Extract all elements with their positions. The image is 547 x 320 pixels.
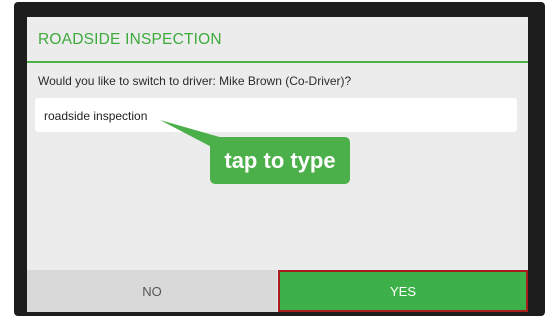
dialog-footer: NO YES [27, 270, 528, 312]
no-button[interactable]: NO [27, 270, 277, 312]
yes-button[interactable]: YES [278, 270, 528, 312]
tooltip-label: tap to type [224, 148, 336, 173]
roadside-inspection-dialog: ROADSIDE INSPECTION Would you like to sw… [27, 17, 528, 312]
